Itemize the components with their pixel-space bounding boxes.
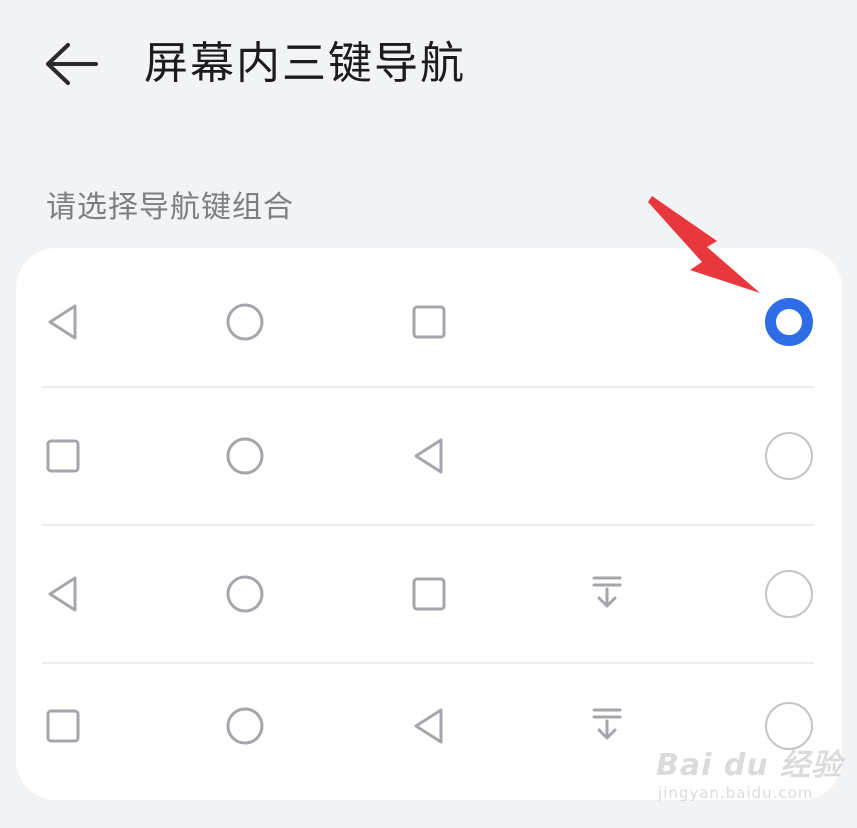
home-circle-icon: [225, 436, 265, 476]
notification-pulldown-icon: [587, 704, 627, 744]
nav-option-row-2[interactable]: [16, 388, 842, 524]
home-circle-icon: [225, 574, 265, 614]
home-circle-icon: [225, 706, 265, 746]
recents-square-icon: [409, 302, 449, 342]
back-triangle-icon: [409, 436, 449, 476]
option-3-radio[interactable]: [765, 570, 813, 618]
section-label: 请选择导航键组合: [46, 190, 294, 225]
notification-pulldown-icon: [587, 572, 627, 612]
recents-square-icon: [43, 436, 83, 476]
arrow-left-icon: [46, 43, 98, 85]
home-circle-icon: [225, 302, 265, 342]
nav-option-row-1[interactable]: [16, 248, 842, 386]
back-triangle-icon: [43, 574, 83, 614]
watermark-sub-text: jingyan.baidu.com: [658, 784, 814, 802]
recents-square-icon: [43, 706, 83, 746]
nav-option-row-3[interactable]: [16, 526, 842, 662]
baidu-jingyan-watermark: Bai du 经验 jingyan.baidu.com: [656, 738, 841, 818]
nav-options-card: [16, 248, 842, 800]
back-button[interactable]: [40, 32, 104, 96]
back-triangle-icon: [409, 706, 449, 746]
option-2-radio[interactable]: [765, 432, 813, 480]
recents-square-icon: [409, 574, 449, 614]
watermark-main-text: Bai du 经验: [656, 748, 843, 783]
top-bar: 屏幕内三键导航: [0, 0, 857, 130]
page-title: 屏幕内三键导航: [144, 38, 466, 89]
back-triangle-icon: [43, 302, 83, 342]
option-1-radio-selected[interactable]: [765, 298, 813, 346]
